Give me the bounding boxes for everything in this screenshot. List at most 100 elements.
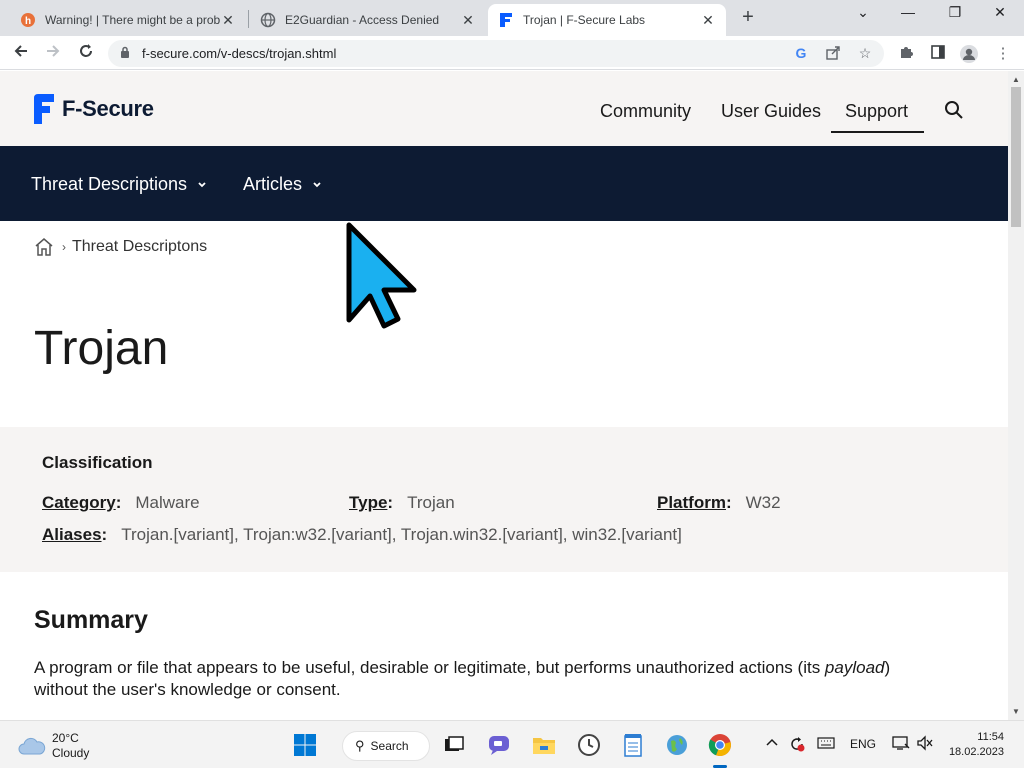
classification-panel: Classification Category: Malware Type: T… [0,427,1008,572]
subnav-articles[interactable]: Articles [243,174,322,195]
forward-arrow-icon[interactable] [42,42,64,64]
clock-date: 18.02.2023 [948,746,1004,758]
summary-heading: Summary [34,606,148,634]
web-page: F-Secure Community User Guides Support T… [0,71,1008,720]
tab-e2guardian[interactable]: E2Guardian - Access Denied ✕ [250,4,486,36]
tab-title: Warning! | There might be a prob [45,13,220,27]
tab-title: E2Guardian - Access Denied [285,13,440,27]
platform-value: W32 [745,493,781,512]
type-field: Type: Trojan [349,493,455,513]
chevron-down-icon [313,181,321,187]
summary-text-part: without the user's knowledge or consent. [34,680,341,699]
globe-icon [260,12,276,28]
close-tab-icon[interactable]: ✕ [700,12,716,29]
weather-temp: 20°C [52,731,79,745]
restore-icon[interactable]: ❐ [945,4,965,21]
url-text: f-secure.com/v-descs/trojan.shtml [142,46,337,61]
profile-avatar-icon[interactable] [959,44,979,64]
speaker-muted-icon[interactable] [916,735,934,754]
scroll-down-arrow-icon[interactable]: ▼ [1012,707,1020,716]
summary-text-part: A program or file that appears to be use… [34,658,825,677]
mouse-pointer-icon [346,222,417,329]
breadcrumb-current[interactable]: Threat Descriptons [72,238,207,256]
sync-alert-icon[interactable] [788,735,806,756]
file-explorer-icon[interactable] [530,731,558,759]
bookmark-star-icon[interactable]: ☆ [856,45,874,63]
side-panel-icon[interactable] [928,44,948,64]
reload-icon[interactable] [75,42,97,64]
share-icon[interactable] [824,45,842,63]
close-window-icon[interactable]: ✕ [990,4,1010,21]
scroll-up-arrow-icon[interactable]: ▲ [1012,75,1020,84]
tab-search-chevron-icon[interactable]: ⌄ [853,4,873,21]
address-bar[interactable]: f-secure.com/v-descs/trojan.shtml G ☆ [108,40,884,67]
nav-support-label: Support [845,101,909,121]
platform-label[interactable]: Platform [657,493,726,513]
type-label[interactable]: Type [349,493,387,513]
tray-chevron-up-icon[interactable] [765,735,779,752]
summary-payload-term: payload [824,658,885,677]
network-globe-app-icon[interactable] [663,731,691,759]
subnav-label: Threat Descriptions [31,174,188,194]
taskbar-search-label: Search [370,739,409,753]
close-tab-icon[interactable]: ✕ [220,12,236,29]
extensions-puzzle-icon[interactable] [896,44,916,64]
fsecure-logo-icon [34,94,54,124]
new-tab-button[interactable]: + [738,6,758,29]
aliases-label[interactable]: Aliases [42,525,102,545]
breadcrumb: › Threat Descriptons [34,237,207,257]
subnav-label: Articles [243,174,303,194]
summary-text-part: ) [884,658,891,677]
menu-kebab-icon[interactable]: ⋮ [993,44,1013,64]
system-clock[interactable]: 11:54 18.02.2023 [948,730,1004,760]
network-monitor-icon[interactable] [892,735,910,754]
category-label[interactable]: Category [42,493,116,513]
weather-widget[interactable]: 20°C Cloudy [18,731,89,761]
nav-support[interactable]: Support [831,101,924,133]
language-indicator[interactable]: ENG [850,737,876,751]
page-title: Trojan [34,322,169,375]
task-view-icon[interactable] [440,731,468,759]
breadcrumb-separator-icon: › [62,240,66,254]
search-icon: ⚲ [355,738,365,753]
home-icon[interactable] [34,237,54,257]
tab-title: Trojan | F-Secure Labs [523,13,646,27]
brand-name: F-Secure [62,96,154,121]
clock-app-icon[interactable] [575,731,603,759]
site-header: F-Secure Community User Guides Support [0,71,1008,146]
subnav-threat-descriptions[interactable]: Threat Descriptions [31,174,207,195]
fsecure-logo[interactable]: F-Secure [34,94,154,124]
chrome-icon[interactable] [706,731,734,759]
tab-trojan[interactable]: Trojan | F-Secure Labs ✕ [488,4,726,36]
tab-separator [248,10,249,28]
page-scrollbar[interactable]: ▲ ▼ [1008,71,1024,720]
weather-desc: Cloudy [52,746,90,760]
taskbar-search[interactable]: ⚲ Search [342,731,430,761]
lock-icon[interactable] [120,46,130,64]
svg-text:G: G [796,45,807,61]
search-icon[interactable] [944,100,964,120]
tab-warning[interactable]: h Warning! | There might be a prob ✕ [10,4,246,36]
aliases-value: Trojan.[variant], Trojan:w32.[variant], … [121,525,682,544]
aliases-field: Aliases: Trojan.[variant], Trojan:w32.[v… [42,525,682,545]
classification-heading: Classification [42,453,153,472]
scrollbar-thumb[interactable] [1011,87,1021,227]
chat-icon[interactable] [485,731,513,759]
nav-user-guides[interactable]: User Guides [721,101,821,122]
nav-community[interactable]: Community [600,101,691,122]
tab-strip: h Warning! | There might be a prob ✕ E2G… [0,0,1024,36]
chevron-down-icon [198,181,206,187]
warning-favicon-icon: h [20,12,36,28]
keyboard-icon[interactable] [817,736,835,753]
google-lens-icon[interactable]: G [792,45,810,63]
summary-paragraph: A program or file that appears to be use… [34,657,954,701]
category-value: Malware [135,493,200,512]
windows-start-icon[interactable] [291,731,319,759]
back-arrow-icon[interactable] [10,42,32,64]
notepad-icon[interactable] [619,731,647,759]
category-field: Category: Malware [42,493,200,513]
close-tab-icon[interactable]: ✕ [460,12,476,29]
clock-time: 11:54 [977,731,1004,743]
minimize-icon[interactable]: — [898,4,918,20]
fsecure-favicon-icon [498,12,514,28]
